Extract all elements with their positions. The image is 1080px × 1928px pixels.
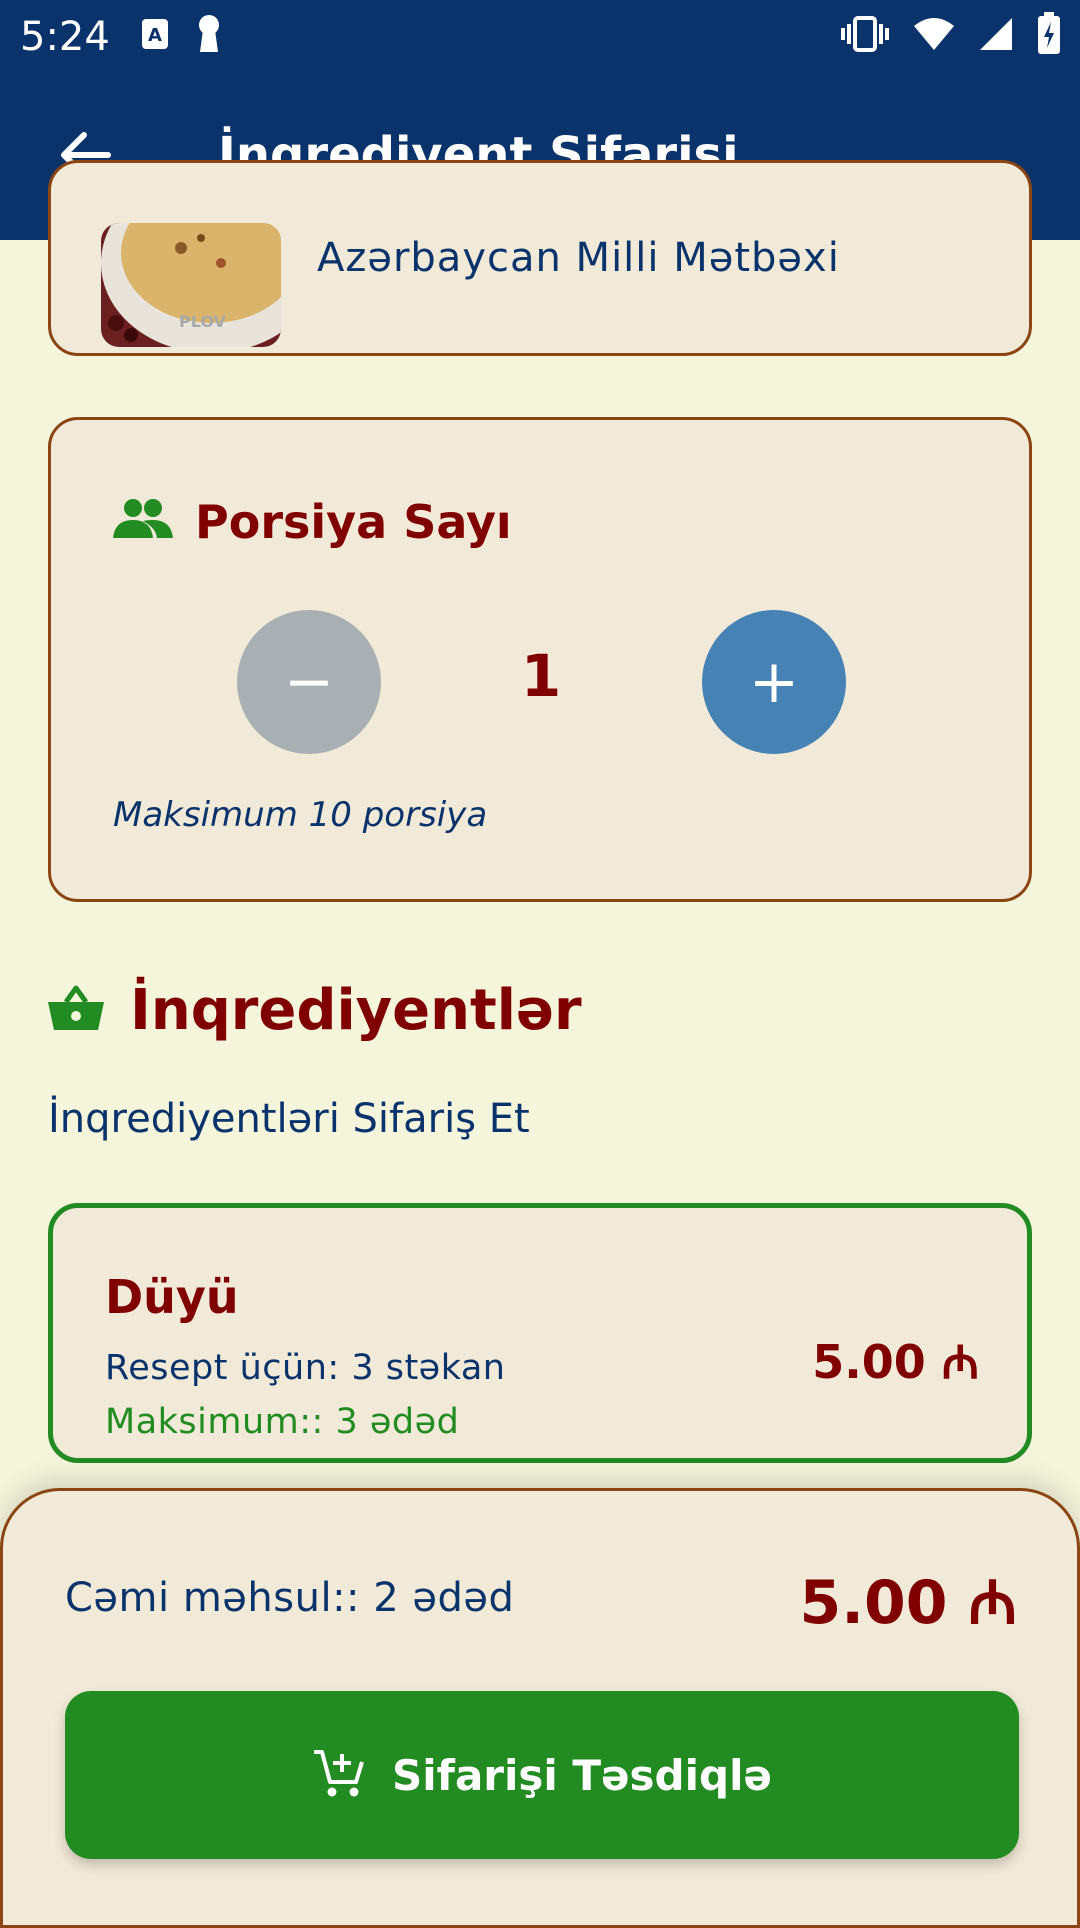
increase-portion-button[interactable]: + bbox=[702, 610, 846, 754]
signal-icon bbox=[978, 16, 1014, 57]
basket-icon bbox=[48, 984, 104, 1037]
people-icon bbox=[113, 498, 173, 547]
vibrate-icon bbox=[840, 14, 890, 59]
battery-icon bbox=[1036, 12, 1062, 61]
keyhole-notification-icon bbox=[196, 14, 222, 59]
ingredients-subtitle: İnqrediyentləri Sifariş Et bbox=[48, 1096, 530, 1142]
svg-text:A: A bbox=[148, 25, 162, 46]
ingredient-name: Düyü bbox=[105, 1270, 239, 1324]
ingredients-header: İnqrediyentlər bbox=[48, 978, 582, 1043]
keyboard-notification-icon: A bbox=[140, 17, 170, 56]
plus-icon: + bbox=[748, 647, 800, 717]
thumb-text: PLOV bbox=[179, 312, 227, 331]
ingredient-recipe-qty: Resept üçün: 3 stəkan bbox=[105, 1348, 506, 1388]
confirm-order-label: Sifarişi Təsdiqlə bbox=[392, 1750, 772, 1800]
recipe-thumbnail: PLOV bbox=[101, 223, 281, 347]
ingredient-card[interactable]: Düyü Resept üçün: 3 stəkan Maksimum:: 3 … bbox=[48, 1203, 1032, 1463]
minus-icon: − bbox=[283, 647, 335, 717]
status-time: 5:24 bbox=[20, 14, 110, 60]
portion-count: 1 bbox=[520, 642, 562, 710]
recipe-cuisine: Azərbaycan Milli Mətbəxi bbox=[317, 235, 840, 281]
portion-card: Porsiya Sayı − 1 + Maksimum 10 porsiya bbox=[48, 417, 1032, 902]
status-bar: 5:24 A bbox=[0, 0, 1080, 72]
wifi-icon bbox=[912, 16, 956, 57]
order-summary-sheet: Cəmi məhsul:: 2 ədəd 5.00 ₼ Sifarişi Təs… bbox=[0, 1488, 1080, 1928]
portion-max-text: Maksimum 10 porsiya bbox=[113, 795, 488, 835]
ingredients-title: İnqrediyentlər bbox=[130, 978, 582, 1043]
total-price: 5.00 ₼ bbox=[799, 1568, 1017, 1638]
portion-title: Porsiya Sayı bbox=[195, 495, 512, 549]
add-to-cart-icon bbox=[312, 1748, 366, 1803]
ingredient-max: Maksimum:: 3 ədəd bbox=[105, 1402, 460, 1442]
ingredient-price: 5.00 ₼ bbox=[812, 1335, 979, 1389]
decrease-portion-button[interactable]: − bbox=[237, 610, 381, 754]
confirm-order-button[interactable]: Sifarişi Təsdiqlə bbox=[65, 1691, 1019, 1859]
total-items-label: Cəmi məhsul:: 2 ədəd bbox=[65, 1575, 515, 1621]
recipe-card: PLOV Azərbaycan Milli Mətbəxi bbox=[48, 160, 1032, 356]
